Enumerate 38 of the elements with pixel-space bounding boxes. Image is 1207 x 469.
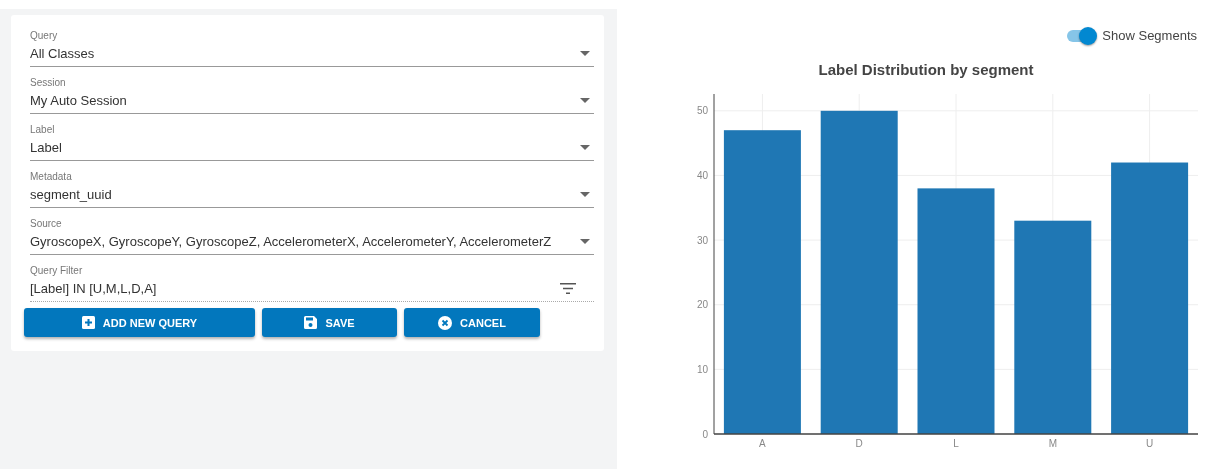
dropdown-caret-icon xyxy=(580,192,590,197)
filter-icon[interactable] xyxy=(560,283,576,294)
select-field[interactable]: All Classes xyxy=(30,43,594,67)
dropdown-caret-icon xyxy=(580,51,590,56)
select-field[interactable]: My Auto Session xyxy=(30,90,594,114)
field-label: Label xyxy=(30,124,56,135)
y-tick-label: 10 xyxy=(696,363,708,375)
filter-field[interactable]: [Label] IN [U,M,L,D,A] xyxy=(30,278,594,302)
action-button[interactable]: ADD NEW QUERY xyxy=(24,308,255,337)
y-tick-label: 0 xyxy=(702,428,708,440)
field-label: Metadata xyxy=(30,171,73,182)
y-tick-label: 20 xyxy=(696,299,708,311)
x-tick-label: A xyxy=(759,438,766,449)
field-label: Source xyxy=(30,218,63,229)
plus-icon xyxy=(81,316,95,329)
save-icon xyxy=(304,316,318,329)
x-tick-label: L xyxy=(953,438,959,449)
dropdown-caret-icon xyxy=(580,98,590,103)
y-tick-label: 40 xyxy=(696,169,708,181)
chart-title: Label Distribution by segment xyxy=(817,61,1035,78)
select-field[interactable]: GyroscopeX, GyroscopeY, GyroscopeZ, AccelerometerX, AccelerometerY, AccelerometerZ xyxy=(30,231,594,255)
action-button[interactable]: SAVE xyxy=(262,308,397,337)
y-tick-label: 50 xyxy=(696,105,708,117)
x-tick-label: U xyxy=(1146,438,1154,449)
y-tick-label: 30 xyxy=(696,234,708,246)
dropdown-caret-icon xyxy=(580,239,590,244)
select-field[interactable]: Label xyxy=(30,137,594,161)
close-icon xyxy=(438,315,453,330)
x-tick-label: M xyxy=(1048,438,1057,449)
toggle-label: Show Segments xyxy=(1102,28,1197,43)
action-button[interactable]: CANCEL xyxy=(404,308,540,337)
field-label: Query xyxy=(30,30,59,41)
dropdown-caret-icon xyxy=(580,145,590,150)
x-tick-label: D xyxy=(855,438,863,449)
select-field[interactable]: segment_uuid xyxy=(30,184,594,208)
toggle-switch[interactable] xyxy=(1067,29,1096,42)
field-label: Query Filter xyxy=(30,265,84,276)
field-label: Session xyxy=(30,77,67,88)
